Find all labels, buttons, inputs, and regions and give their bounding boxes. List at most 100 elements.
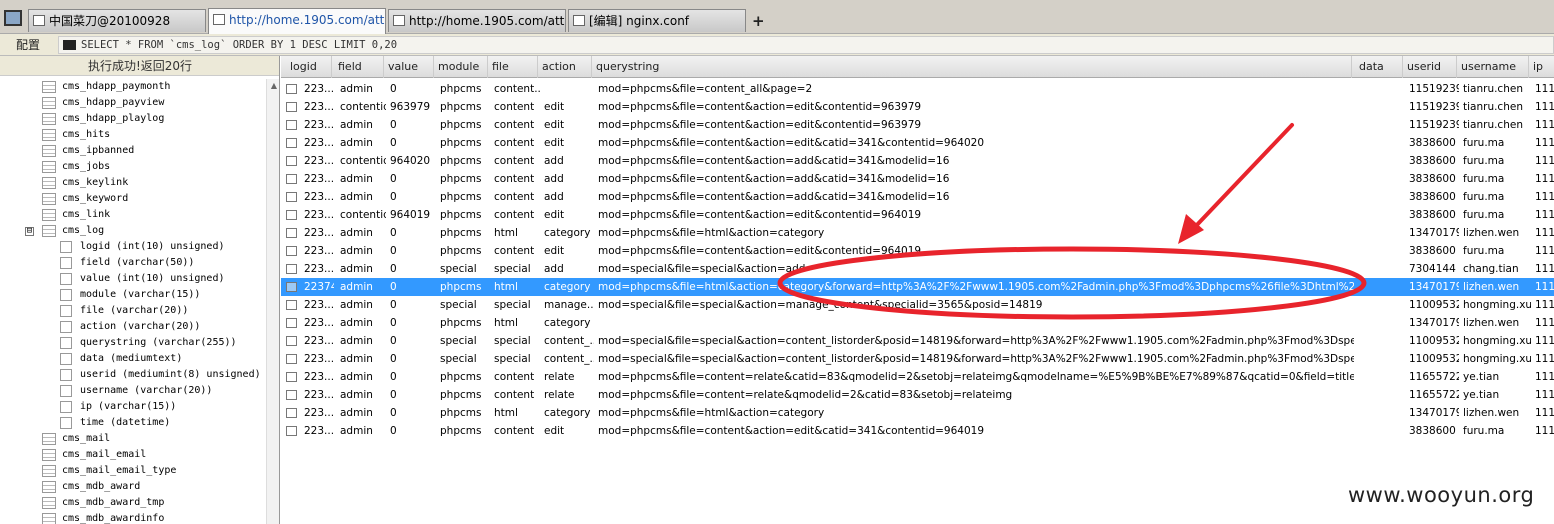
cell-action[interactable]: relate	[544, 386, 594, 404]
cell-module[interactable]: phpcms	[440, 314, 490, 332]
cell-module[interactable]: phpcms	[440, 170, 490, 188]
cell-querystring[interactable]: mod=phpcms&file=html&action=category	[598, 224, 1354, 242]
cell-ip[interactable]: 111.2	[1535, 260, 1554, 278]
cell-data[interactable]	[1361, 278, 1405, 296]
tree-table-item[interactable]: cms_hits	[0, 127, 266, 143]
cell-module[interactable]: special	[440, 296, 490, 314]
cell-userid[interactable]: 3838600	[1409, 152, 1459, 170]
cell-ip[interactable]: 111.2	[1535, 314, 1554, 332]
cell-querystring[interactable]: mod=special&file=special&action=manage_c…	[598, 296, 1354, 314]
cell-action[interactable]: edit	[544, 134, 594, 152]
cell-userid[interactable]: 11009532	[1409, 296, 1459, 314]
tab-home-1905-attach-2[interactable]: http://home.1905.com/attach...	[388, 9, 566, 32]
cell-username[interactable]: lizhen.wen	[1463, 224, 1531, 242]
cell-username[interactable]: hongming.xu	[1463, 296, 1531, 314]
cell-data[interactable]	[1361, 80, 1405, 98]
cell-file[interactable]: content	[494, 386, 540, 404]
cell-username[interactable]: furu.ma	[1463, 152, 1531, 170]
cell-data[interactable]	[1361, 332, 1405, 350]
cell-file[interactable]: content	[494, 188, 540, 206]
table-row[interactable]: 223... admin 0 phpcms content relate mod=phpcm…	[281, 368, 1554, 386]
cell-action[interactable]: add	[544, 170, 594, 188]
cell-module[interactable]: phpcms	[440, 206, 490, 224]
cell-field[interactable]: admin	[340, 80, 386, 98]
cell-userid[interactable]: 11655722	[1409, 386, 1459, 404]
cell-action[interactable]: add	[544, 260, 594, 278]
tree-table-item[interactable]: cms_keyword	[0, 191, 266, 207]
cell-username[interactable]: furu.ma	[1463, 134, 1531, 152]
cell-file[interactable]: special	[494, 260, 540, 278]
cell-field[interactable]: admin	[340, 332, 386, 350]
cell-field[interactable]: admin	[340, 278, 386, 296]
cell-field[interactable]: contentid	[340, 206, 386, 224]
cell-userid[interactable]: 13470179	[1409, 404, 1459, 422]
cell-ip[interactable]: 111.2	[1535, 332, 1554, 350]
cell-file[interactable]: content	[494, 98, 540, 116]
table-row[interactable]: 223... contentid 964019 phpcms content edit mo…	[281, 206, 1554, 224]
cell-logid[interactable]: 223...	[304, 224, 334, 242]
cell-logid[interactable]: 223...	[304, 260, 334, 278]
table-row[interactable]: 223... admin 0 phpcms html category 13470179 li…	[281, 314, 1554, 332]
cell-querystring[interactable]: mod=phpcms&file=content&action=edit&cont…	[598, 116, 1354, 134]
cell-field[interactable]: admin	[340, 404, 386, 422]
cell-field[interactable]: admin	[340, 170, 386, 188]
cell-file[interactable]: html	[494, 314, 540, 332]
cell-action[interactable]: add	[544, 152, 594, 170]
cell-data[interactable]	[1361, 404, 1405, 422]
cell-data[interactable]	[1361, 206, 1405, 224]
cell-value[interactable]: 0	[390, 332, 436, 350]
cell-username[interactable]: hongming.xu	[1463, 332, 1531, 350]
cell-module[interactable]: phpcms	[440, 278, 490, 296]
tree-table-item[interactable]: cms_mail	[0, 431, 266, 447]
cell-ip[interactable]: 111.2	[1535, 134, 1554, 152]
tree-field-item[interactable]: data (mediumtext)	[0, 351, 266, 367]
cell-action[interactable]: relate	[544, 368, 594, 386]
table-row[interactable]: 223... admin 0 phpcms content add mod=phpcms&f…	[281, 188, 1554, 206]
cell-userid[interactable]: 3838600	[1409, 170, 1459, 188]
column-header-querystring[interactable]: querystring	[592, 56, 1352, 78]
cell-username[interactable]: furu.ma	[1463, 422, 1531, 440]
cell-username[interactable]: lizhen.wen	[1463, 404, 1531, 422]
table-row[interactable]: 223... admin 0 phpcms content... mod=phpcms&f…	[281, 80, 1554, 98]
cell-data[interactable]	[1361, 116, 1405, 134]
cell-field[interactable]: admin	[340, 224, 386, 242]
cell-module[interactable]: phpcms	[440, 224, 490, 242]
tree-table-item[interactable]: cms_keylink	[0, 175, 266, 191]
cell-querystring[interactable]	[598, 314, 1354, 332]
table-row[interactable]: 223... admin 0 special special content_... mod…	[281, 332, 1554, 350]
cell-value[interactable]: 0	[390, 80, 436, 98]
tree-table-item[interactable]: cms_ipbanned	[0, 143, 266, 159]
cell-file[interactable]: content	[494, 116, 540, 134]
table-row[interactable]: 223... admin 0 phpcms content edit mod=phpcms&…	[281, 116, 1554, 134]
cell-module[interactable]: phpcms	[440, 116, 490, 134]
cell-value[interactable]: 964020	[390, 152, 436, 170]
cell-value[interactable]: 0	[390, 224, 436, 242]
cell-userid[interactable]: 13470179	[1409, 314, 1459, 332]
cell-value[interactable]: 0	[390, 116, 436, 134]
cell-username[interactable]: ye.tian	[1463, 368, 1531, 386]
cell-userid[interactable]: 11519239	[1409, 98, 1459, 116]
cell-data[interactable]	[1361, 242, 1405, 260]
table-row[interactable]: 223... admin 0 special special content_... mod…	[281, 350, 1554, 368]
table-row[interactable]: 223... contentid 964020 phpcms content add mod…	[281, 152, 1554, 170]
cell-value[interactable]: 0	[390, 242, 436, 260]
cell-value[interactable]: 963979	[390, 98, 436, 116]
tree-field-item[interactable]: ip (varchar(15))	[0, 399, 266, 415]
cell-data[interactable]	[1361, 170, 1405, 188]
sql-input[interactable]: SELECT * FROM `cms_log` ORDER BY 1 DESC …	[58, 36, 1554, 54]
cell-value[interactable]: 0	[390, 386, 436, 404]
column-header-username[interactable]: username	[1457, 56, 1529, 78]
cell-ip[interactable]: 111.2	[1535, 404, 1554, 422]
cell-userid[interactable]: 11655722	[1409, 368, 1459, 386]
table-row[interactable]: 223... admin 0 phpcms content edit mod=phpcms&…	[281, 134, 1554, 152]
tree-table-item[interactable]: cms_mail_email_type	[0, 463, 266, 479]
cell-value[interactable]: 0	[390, 404, 436, 422]
table-row[interactable]: 22374 admin0phpcmshtmlcategorymod=phpcms&…	[281, 278, 1554, 296]
tree-table-item[interactable]: cms_mdb_awardinfo	[0, 511, 266, 524]
cell-data[interactable]	[1361, 314, 1405, 332]
column-header-action[interactable]: action	[538, 56, 592, 78]
tree-table-item[interactable]: ⊟ cms_log	[0, 223, 266, 239]
cell-action[interactable]: edit	[544, 98, 594, 116]
cell-querystring[interactable]: mod=phpcms&file=content&action=add&catid…	[598, 188, 1354, 206]
cell-logid[interactable]: 223...	[304, 404, 334, 422]
